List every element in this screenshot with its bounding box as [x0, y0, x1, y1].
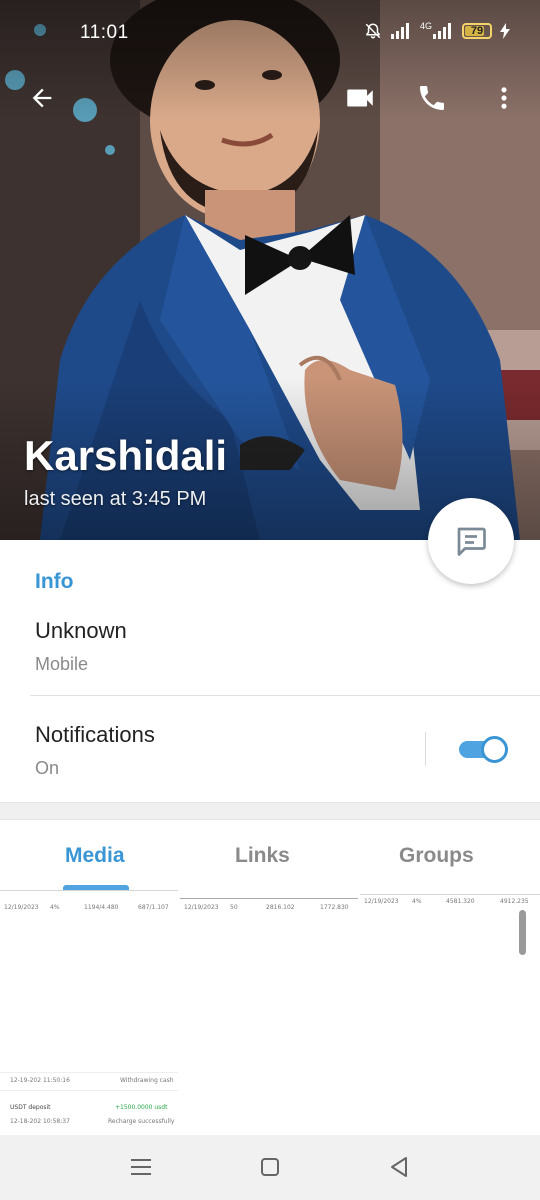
thumb-text: 12/19/2023 [364, 898, 399, 905]
status-icons: 4G 79 [364, 21, 510, 40]
thumb-text: 1772.830 [320, 904, 349, 911]
phone-icon [420, 86, 444, 110]
thumb-text: 12-19-202 11:50:16 [10, 1077, 70, 1084]
voice-call-button[interactable] [408, 74, 456, 122]
thumb-border [0, 890, 178, 891]
media-thumbnail[interactable]: 12/19/2023 50 2816.102 1772.830 [180, 890, 358, 1135]
section-spacer [0, 802, 540, 820]
tab-groups[interactable]: Groups [399, 844, 474, 868]
toggle-knob [481, 736, 508, 763]
media-scrollbar[interactable] [519, 910, 526, 955]
more-vert-icon [501, 87, 507, 109]
lte-signal: 4G [419, 21, 454, 39]
thumb-text: USDT deposit [10, 1104, 51, 1111]
phone-label: Mobile [35, 654, 89, 674]
back-nav-button[interactable] [379, 1150, 419, 1184]
video-call-icon [347, 89, 373, 107]
recent-apps-button[interactable] [121, 1150, 161, 1184]
back-button[interactable] [18, 74, 66, 122]
back-arrow-icon [32, 88, 52, 108]
video-call-button[interactable] [336, 74, 384, 122]
status-time: 11:01 [80, 22, 129, 43]
thumb-text: Recharge successfully [108, 1118, 175, 1125]
battery-percent: 79 [470, 25, 484, 37]
tab-links[interactable]: Links [235, 844, 290, 868]
info-divider [30, 695, 540, 696]
thumb-text: 12-18-202 10:58:37 [10, 1118, 70, 1125]
notifications-title: Notifications [35, 722, 155, 747]
notifications-toggle[interactable] [457, 734, 509, 764]
media-thumbnail[interactable]: 12/19/2023 4% 1194/4.480 687/1.107 12-19… [0, 890, 178, 1135]
mute-bell-icon [365, 23, 381, 39]
thumb-border [0, 1090, 178, 1091]
message-icon [457, 527, 486, 556]
menu-icon [131, 1159, 151, 1175]
last-seen-status: last seen at 3:45 PM [24, 488, 207, 510]
media-thumbnail[interactable]: 12/19/2023 4% 4581.320 4912.235 [360, 890, 540, 1135]
media-grid: 12/19/2023 4% 1194/4.480 687/1.107 12-19… [0, 890, 540, 1135]
thumb-text: 2816.102 [266, 904, 295, 911]
notifications-state: On [35, 758, 60, 778]
thumb-text: 50 [230, 904, 238, 911]
home-square-icon [261, 1158, 279, 1176]
network-type-label: 4G [419, 21, 432, 31]
charging-bolt-icon [500, 23, 510, 39]
shared-media-tabs: Media Links Groups [0, 820, 540, 890]
thumb-border [0, 1072, 178, 1073]
signal-icon [390, 23, 409, 39]
thumb-text: 4912.235 [500, 898, 529, 905]
profile-screen: 11:01 4G 79 Karshidali last seen at 3:45… [0, 0, 540, 1200]
thumb-text: 4581.320 [446, 898, 475, 905]
thumb-text: 4% [412, 898, 422, 905]
thumb-border [360, 894, 540, 895]
thumb-text: 687/1.107 [138, 904, 169, 911]
back-triangle-icon [391, 1157, 407, 1177]
system-navigation-bar [0, 1135, 540, 1200]
notifications-vertical-divider [425, 732, 426, 766]
thumb-border [180, 898, 358, 899]
info-section-title: Info [35, 570, 74, 593]
signal-2-icon [433, 23, 451, 39]
top-app-bar [0, 68, 540, 128]
thumb-text: 4% [50, 904, 60, 911]
thumb-text: +1500.0000 usdt [115, 1104, 168, 1111]
home-button[interactable] [250, 1150, 290, 1184]
contact-name: Karshidali [24, 432, 228, 479]
phone-value: Unknown [35, 618, 127, 643]
thumb-text: 12/19/2023 [4, 904, 39, 911]
battery-indicator: 79 [462, 23, 492, 39]
more-options-button[interactable] [480, 74, 528, 122]
tab-media[interactable]: Media [65, 844, 125, 868]
status-bar: 11:01 4G 79 [0, 0, 540, 68]
thumb-text: Withdrawing cash [120, 1077, 174, 1084]
send-message-button[interactable] [428, 498, 514, 584]
thumb-text: 12/19/2023 [184, 904, 219, 911]
thumb-text: 1194/4.480 [84, 904, 119, 911]
